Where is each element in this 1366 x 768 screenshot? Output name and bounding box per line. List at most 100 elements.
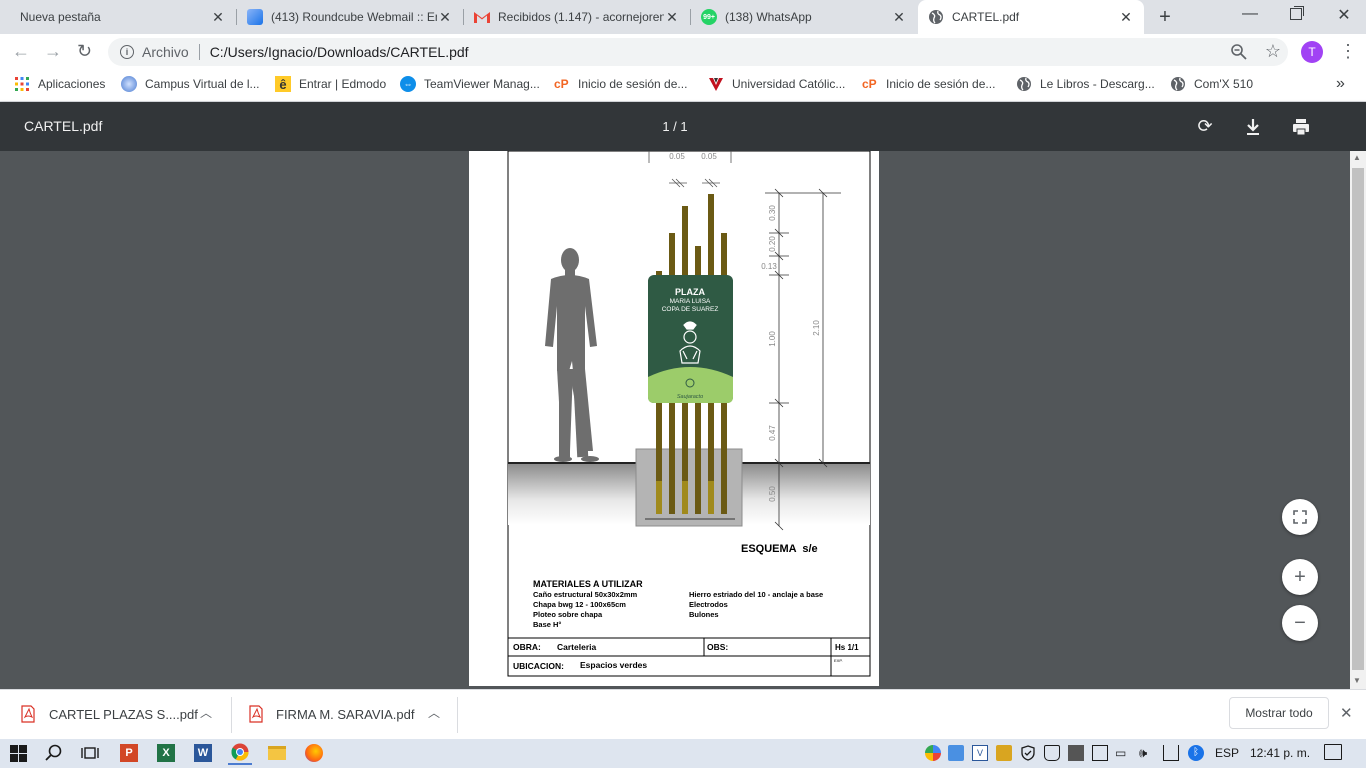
bookmark-campus[interactable]: Campus Virtual de l... — [121, 70, 260, 98]
bookmark-universidad[interactable]: Universidad Católic... — [708, 70, 845, 98]
tray-vpn-icon[interactable]: V — [972, 745, 988, 761]
rotate-icon[interactable]: ⟳ — [1195, 116, 1215, 136]
bookmark-comx[interactable]: Com'X 510 — [1170, 70, 1253, 98]
star-icon[interactable]: ☆ — [1263, 41, 1283, 61]
dim-right: 0.13 — [761, 262, 777, 271]
avatar[interactable]: T — [1301, 41, 1323, 63]
dim-top: 0.05 — [669, 152, 685, 161]
globe-icon — [1170, 76, 1186, 92]
obs-label: OBS: — [707, 642, 728, 652]
restore-icon[interactable] — [1290, 8, 1302, 20]
language-indicator[interactable]: ESP — [1215, 746, 1239, 760]
bookmark-label: Le Libros - Descarg... — [1040, 77, 1155, 91]
download-icon[interactable] — [1243, 117, 1263, 137]
bookmark-label: Com'X 510 — [1194, 77, 1253, 91]
tray-network-app-icon[interactable] — [948, 745, 964, 761]
tray-device-icon[interactable] — [1092, 745, 1108, 761]
clock[interactable]: 12:41 p. m. — [1250, 746, 1310, 760]
sheet-number: Hs 1/1 — [835, 643, 859, 652]
campus-icon — [121, 76, 137, 92]
excel-icon[interactable]: X — [154, 741, 178, 765]
bookmark-label: Aplicaciones — [38, 77, 106, 91]
new-tab-icon[interactable]: + — [1154, 7, 1176, 29]
back-icon[interactable]: ← — [12, 42, 32, 62]
info-icon[interactable]: i — [120, 45, 134, 59]
bookmark-libros[interactable]: Le Libros - Descarg... — [1016, 70, 1155, 98]
bookmarks-overflow-icon[interactable]: » — [1336, 75, 1345, 93]
bookmark-label: Campus Virtual de l... — [145, 77, 260, 91]
plus-icon: + — [1294, 565, 1306, 588]
print-icon[interactable] — [1291, 117, 1311, 137]
close-icon[interactable]: ✕ — [891, 9, 907, 26]
volume-icon[interactable]: 🕪 — [1139, 745, 1155, 761]
tray-folder-icon[interactable] — [996, 745, 1012, 761]
network-icon[interactable] — [1163, 745, 1179, 761]
close-shelf-icon[interactable]: ✕ — [1340, 704, 1353, 722]
scrollbar-thumb[interactable] — [1352, 168, 1364, 670]
reload-icon[interactable]: ↻ — [77, 42, 97, 62]
bookmark-login-1[interactable]: cP Inicio de sesión de... — [554, 70, 687, 98]
close-icon[interactable]: ✕ — [1118, 9, 1134, 26]
material-item: Ploteo sobre chapa — [533, 610, 603, 619]
chevron-up-icon[interactable]: ︿ — [200, 704, 212, 721]
shield-icon[interactable] — [1020, 745, 1036, 761]
dim-right: 1.00 — [768, 331, 777, 347]
usb-icon[interactable] — [1044, 745, 1060, 761]
zoom-in-button[interactable]: + — [1282, 559, 1318, 595]
divider — [198, 44, 200, 60]
file-explorer-icon[interactable] — [265, 741, 289, 765]
bookmark-teamviewer[interactable]: ⇔ TeamViewer Manag... — [400, 70, 540, 98]
forward-icon[interactable]: → — [44, 42, 64, 62]
close-icon[interactable]: ✕ — [210, 9, 226, 26]
bluetooth-icon[interactable]: ᛒ — [1188, 745, 1204, 761]
firefox-icon[interactable] — [302, 741, 326, 765]
chrome-icon[interactable] — [228, 741, 252, 765]
bookmark-apps[interactable]: Aplicaciones — [14, 70, 105, 98]
whatsapp-icon: 99+ — [701, 9, 717, 25]
dim-right: 0.30 — [768, 205, 777, 221]
download-item[interactable]: FIRMA M. SARAVIA.pdf — [248, 694, 448, 734]
tab-whatsapp[interactable]: 99+ (138) WhatsApp ✕ — [691, 0, 917, 34]
bookmark-label: TeamViewer Manag... — [424, 77, 540, 91]
pdf-file-icon — [248, 705, 264, 723]
search-icon[interactable] — [42, 741, 66, 765]
obra-value: Carteleria — [557, 642, 596, 652]
ubicacion-label: UBICACION: — [513, 661, 564, 671]
bookmark-edmodo[interactable]: ê Entrar | Edmodo — [275, 70, 386, 98]
chevron-up-icon[interactable]: ︿ — [428, 704, 440, 721]
zoom-icon[interactable] — [1230, 43, 1248, 61]
battery-icon[interactable]: ▭ — [1115, 745, 1131, 761]
scroll-up-icon[interactable]: ▲ — [1353, 153, 1361, 162]
tab-title: CARTEL.pdf — [952, 10, 1020, 24]
show-all-button[interactable]: Mostrar todo — [1229, 697, 1329, 729]
address-bar[interactable]: i Archivo C:/Users/Ignacio/Downloads/CAR… — [108, 38, 1288, 66]
tab-roundcube[interactable]: (413) Roundcube Webmail :: Entrada ✕ — [237, 0, 463, 34]
material-item: Base H° — [533, 620, 561, 629]
scroll-down-icon[interactable]: ▼ — [1353, 676, 1361, 685]
close-icon[interactable]: ✕ — [664, 9, 680, 26]
minimize-icon[interactable]: — — [1240, 5, 1260, 25]
globe-icon — [1016, 76, 1032, 92]
task-view-icon[interactable] — [78, 741, 102, 765]
dim-right: 0.47 — [768, 425, 777, 441]
notifications-icon[interactable] — [1324, 744, 1342, 760]
powerpoint-icon[interactable]: P — [117, 741, 141, 765]
bookmark-label: Universidad Católic... — [732, 77, 846, 91]
word-icon[interactable]: W — [191, 741, 215, 765]
zoom-out-button[interactable]: − — [1282, 605, 1318, 641]
tab-gmail[interactable]: Recibidos (1.147) - acornejoren ✕ — [464, 0, 690, 34]
download-item[interactable]: CARTEL PLAZAS S....pdf — [20, 694, 220, 734]
bookmark-login-2[interactable]: cP Inicio de sesión de... — [862, 70, 995, 98]
menu-icon[interactable]: ⋮ — [1338, 42, 1358, 62]
tray-monitor-icon[interactable] — [1068, 745, 1084, 761]
close-icon[interactable]: ✕ — [437, 9, 453, 26]
tab-cartel-pdf[interactable]: CARTEL.pdf ✕ — [918, 0, 1144, 34]
material-item: Bulones — [689, 610, 719, 619]
windows-start-icon[interactable] — [6, 741, 30, 765]
fit-page-button[interactable] — [1282, 499, 1318, 535]
tab-title: (138) WhatsApp — [725, 10, 812, 24]
tray-app-icon[interactable] — [925, 745, 941, 761]
tab-title: Recibidos (1.147) - acornejoren — [498, 10, 664, 24]
tab-new[interactable]: Nueva pestaña ✕ — [0, 0, 236, 34]
close-window-icon[interactable]: ✕ — [1334, 5, 1354, 25]
